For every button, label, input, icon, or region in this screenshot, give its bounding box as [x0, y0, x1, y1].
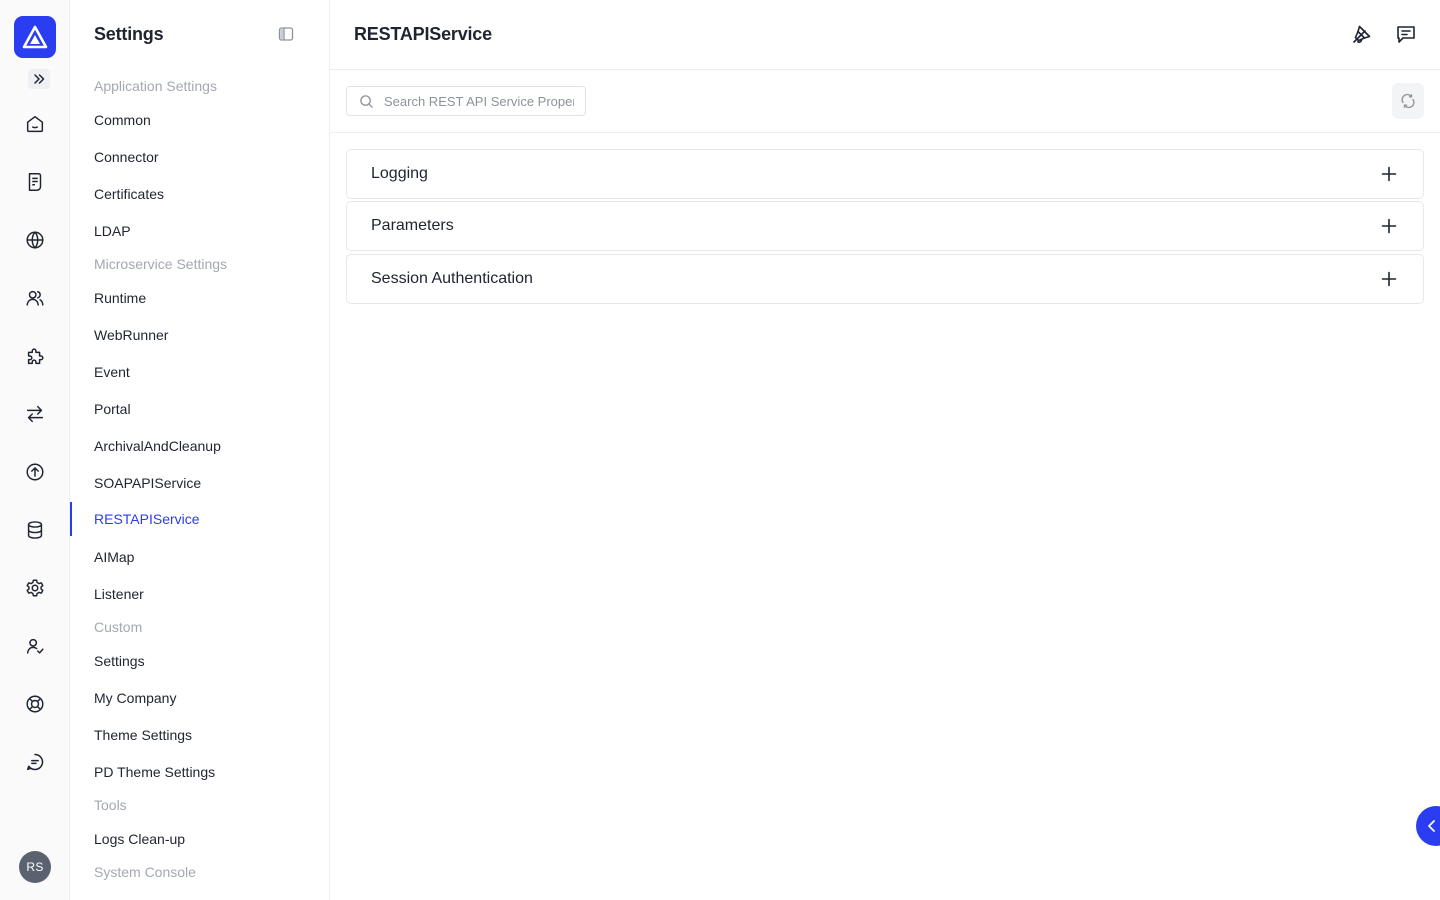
sidebar-item-archival-and-cleanup[interactable]: ArchivalAndCleanup: [70, 429, 328, 463]
search-icon: [360, 94, 373, 108]
sidebar-item-common[interactable]: Common: [70, 103, 328, 137]
group-custom: Custom: [94, 619, 143, 635]
plus-icon: [1381, 218, 1397, 234]
panel-logging-label: Logging: [371, 165, 428, 182]
expand-rail-button[interactable]: [28, 69, 50, 89]
sidebar-item-aimap[interactable]: AIMap: [70, 540, 328, 574]
gear-icon: [26, 579, 44, 597]
rail-user-access-button[interactable]: [15, 626, 55, 666]
sidebar-item-certificates[interactable]: Certificates: [70, 177, 328, 211]
group-microservice-settings: Microservice Settings: [94, 256, 228, 272]
rail-plugins-button[interactable]: [15, 336, 55, 376]
announcement-icon[interactable]: [1350, 22, 1374, 46]
chevrons-right-icon: [34, 74, 45, 84]
sidebar-title: Settings: [94, 24, 164, 44]
panel-session-authentication[interactable]: Session Authentication: [346, 254, 1424, 304]
logo-icon: [22, 25, 48, 49]
rail-chat-button[interactable]: [15, 742, 55, 782]
sidebar-item-portal[interactable]: Portal: [70, 392, 328, 426]
sidebar-item-webrunner[interactable]: WebRunner: [70, 318, 328, 352]
plus-icon: [1381, 271, 1397, 287]
sidebar-item-connector[interactable]: Connector: [70, 140, 328, 174]
sidebar-item-pd-theme-settings[interactable]: PD Theme Settings: [70, 755, 328, 789]
group-application-settings: Application Settings: [94, 78, 217, 94]
refresh-button[interactable]: [1392, 83, 1424, 119]
home-icon: [26, 115, 44, 133]
sidebar-item-listener[interactable]: Listener: [70, 577, 328, 611]
document-icon: [28, 173, 42, 191]
panel-parameters[interactable]: Parameters: [346, 201, 1424, 251]
lifebuoy-icon: [26, 695, 44, 713]
sidebar-item-logs-clean-up[interactable]: Logs Clean-up: [70, 822, 328, 856]
sidebar-item-runtime[interactable]: Runtime: [70, 281, 328, 315]
rail-transfer-button[interactable]: [15, 394, 55, 434]
sidebar-item-settings[interactable]: Settings: [70, 644, 328, 678]
rail-settings-button[interactable]: [15, 568, 55, 608]
rail-database-button[interactable]: [15, 510, 55, 550]
sidebar-item-ldap[interactable]: LDAP: [70, 214, 328, 248]
chevron-left-icon: [1428, 820, 1435, 832]
settings-sidebar: Settings Application Settings Common Con…: [70, 0, 330, 900]
sidebar-item-rest-api-service[interactable]: RESTAPIService: [70, 502, 328, 536]
icon-rail: RS: [0, 0, 70, 900]
group-system-console: System Console: [94, 864, 196, 880]
plus-icon: [1381, 166, 1397, 182]
search-input[interactable]: [384, 93, 574, 109]
refresh-icon: [1401, 93, 1415, 109]
user-check-icon: [26, 638, 44, 654]
rail-upload-button[interactable]: [15, 452, 55, 492]
transfer-icon: [26, 405, 44, 423]
search-box: [346, 86, 586, 116]
message-icon[interactable]: [1394, 22, 1418, 46]
users-icon: [26, 290, 44, 306]
sidebar-item-event[interactable]: Event: [70, 355, 328, 389]
sidebar-item-theme-settings[interactable]: Theme Settings: [70, 718, 328, 752]
rail-home-button[interactable]: [15, 104, 55, 144]
page-header: RESTAPIService: [330, 0, 1440, 70]
chat-icon: [26, 753, 44, 771]
page-title: RESTAPIService: [354, 24, 492, 44]
panel-logging[interactable]: Logging: [346, 149, 1424, 199]
panel-session-authentication-label: Session Authentication: [371, 270, 533, 287]
collapse-sidebar-icon[interactable]: [278, 26, 294, 42]
sidebar-item-my-company[interactable]: My Company: [70, 681, 328, 715]
rail-globe-button[interactable]: [15, 220, 55, 260]
group-tools: Tools: [94, 797, 127, 813]
main-content: RESTAPIService Logging Parameters Sessio…: [330, 0, 1440, 900]
user-avatar[interactable]: RS: [19, 851, 51, 883]
rail-documents-button[interactable]: [15, 162, 55, 202]
sidebar-item-soap-api-service[interactable]: SOAPAPIService: [70, 466, 328, 500]
upload-icon: [26, 463, 44, 481]
properties-toolbar: [330, 70, 1440, 133]
globe-icon: [26, 231, 44, 249]
app-logo[interactable]: [14, 16, 56, 58]
puzzle-icon: [27, 348, 44, 365]
database-icon: [27, 521, 43, 539]
panel-parameters-label: Parameters: [371, 217, 454, 234]
rail-users-button[interactable]: [15, 278, 55, 318]
rail-support-button[interactable]: [15, 684, 55, 724]
